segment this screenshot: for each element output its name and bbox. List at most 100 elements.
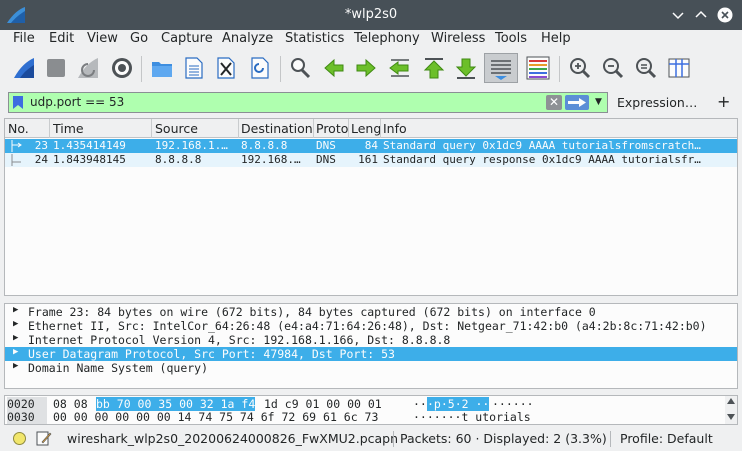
stop-icon [47, 59, 65, 77]
packet-destination: 192.168.… [241, 153, 301, 166]
filter-text[interactable]: udp.port == 53 [30, 95, 124, 109]
column-header-protocol[interactable]: Proto [316, 121, 349, 136]
capture-options-gear-icon [112, 58, 132, 78]
packet-no: 23 [34, 139, 48, 152]
add-filter-button[interactable]: + [717, 92, 730, 111]
apply-filter-button[interactable] [565, 95, 589, 110]
go-last-button[interactable] [452, 53, 480, 83]
pane-splitter[interactable] [0, 297, 742, 302]
expression-button[interactable]: Expression… [617, 95, 697, 110]
column-divider[interactable] [49, 119, 50, 138]
maximize-icon[interactable] [693, 7, 709, 23]
expand-arrow-icon[interactable]: ▶ [13, 333, 18, 343]
clear-filter-icon[interactable]: ✕ [546, 95, 562, 110]
column-divider[interactable] [238, 119, 239, 138]
normal-size-button[interactable] [632, 53, 660, 83]
response-indicator-icon [11, 154, 21, 166]
menu-capture[interactable]: Capture [161, 31, 213, 46]
menu-wireless[interactable]: Wireless [431, 31, 485, 46]
menu-telephony[interactable]: Telephony [354, 31, 420, 46]
reload-icon [251, 57, 269, 79]
toolbar-separator [280, 56, 281, 82]
column-header-no[interactable]: No. [8, 121, 48, 136]
bytes-ascii: ·······t utorials [413, 410, 531, 424]
detail-row-frame[interactable]: ▶ Frame 23: 84 bytes on wire (672 bits),… [5, 305, 737, 319]
scroll-up-icon[interactable] [727, 398, 735, 404]
expand-arrow-icon[interactable]: ▶ [13, 319, 18, 329]
display-filter-bar: udp.port == 53 ✕ ▼ Expression… + [0, 91, 742, 114]
go-last-icon [455, 58, 477, 79]
zoom-out-button[interactable] [599, 53, 627, 83]
expand-arrow-icon[interactable]: ▶ [13, 361, 18, 371]
expand-arrow-icon[interactable]: ▶ [13, 305, 18, 315]
column-divider[interactable] [348, 119, 349, 138]
colorize-button[interactable] [524, 53, 552, 83]
packet-details-tree[interactable]: ▶ Frame 23: 84 bytes on wire (672 bits),… [4, 303, 738, 389]
menu-tools[interactable]: Tools [495, 31, 527, 46]
packet-row[interactable]: 24 1.843948145 8.8.8.8 192.168.… DNS 161… [5, 153, 737, 167]
save-file-button[interactable] [180, 53, 208, 83]
capture-options-button[interactable] [108, 53, 136, 83]
packet-info: Standard query 0x1dc9 AAAA tutorialsfrom… [383, 139, 701, 152]
column-header-time[interactable]: Time [53, 121, 149, 136]
zoom-in-button[interactable] [566, 53, 594, 83]
capture-comment-icon[interactable] [36, 430, 52, 446]
detail-row-dns[interactable]: ▶ Domain Name System (query) [5, 361, 737, 375]
menu-analyze[interactable]: Analyze [222, 31, 273, 46]
restart-capture-button[interactable] [74, 53, 102, 83]
close-file-button[interactable] [212, 53, 240, 83]
open-file-button[interactable] [148, 53, 176, 83]
start-capture-button[interactable] [10, 53, 38, 83]
menu-go[interactable]: Go [130, 31, 148, 46]
menu-file[interactable]: File [13, 31, 35, 46]
bytes-ascii: ······ [492, 397, 534, 411]
menu-statistics[interactable]: Statistics [285, 31, 344, 46]
go-to-packet-button[interactable] [386, 53, 414, 83]
menu-edit[interactable]: Edit [49, 31, 74, 46]
bytes-offset: 0030 [7, 410, 47, 424]
expand-arrow-icon[interactable]: ▶ [13, 347, 18, 357]
bytes-hex: 08 08 [53, 397, 88, 411]
menu-help[interactable]: Help [541, 31, 571, 46]
column-header-length[interactable]: Leng [351, 121, 381, 136]
close-file-icon [217, 57, 235, 79]
expert-info-indicator-icon[interactable] [13, 432, 26, 445]
column-divider[interactable] [151, 119, 152, 138]
minimize-icon[interactable] [670, 7, 686, 23]
go-first-button[interactable] [420, 53, 448, 83]
bytes-scrollbar[interactable] [725, 396, 737, 424]
column-header-source[interactable]: Source [155, 121, 237, 136]
detail-row-udp[interactable]: ▶ User Datagram Protocol, Src Port: 4798… [5, 347, 737, 361]
auto-scroll-button[interactable] [484, 53, 518, 83]
reload-file-button[interactable] [246, 53, 274, 83]
menu-view[interactable]: View [87, 31, 118, 46]
packet-info: Standard query response 0x1dc9 AAAA tuto… [383, 153, 701, 166]
go-forward-button[interactable] [352, 53, 380, 83]
stop-capture-button[interactable] [42, 53, 70, 83]
find-packet-button[interactable] [286, 53, 314, 83]
bookmark-icon[interactable] [12, 95, 24, 110]
display-filter-input[interactable]: udp.port == 53 ✕ ▼ [8, 92, 608, 113]
go-back-button[interactable] [320, 53, 348, 83]
column-divider[interactable] [313, 119, 314, 138]
resize-columns-icon [668, 58, 690, 78]
profile-label[interactable]: Profile: Default [620, 431, 713, 446]
detail-text: Frame 23: 84 bytes on wire (672 bits), 8… [28, 305, 596, 319]
packet-bytes-pane[interactable]: 0020 08 08 bb 70 00 35 00 32 1a f4 1d c9… [4, 395, 738, 425]
detail-row-ethernet[interactable]: ▶ Ethernet II, Src: IntelCor_64:26:48 (e… [5, 319, 737, 333]
packet-list[interactable]: No. Time Source Destination Proto Leng I… [4, 118, 738, 296]
filter-history-dropdown-icon[interactable]: ▼ [595, 97, 602, 107]
main-toolbar [0, 50, 742, 88]
arrow-right-icon [568, 98, 586, 107]
resize-columns-button[interactable] [665, 53, 693, 83]
request-indicator-icon [11, 140, 22, 152]
scroll-down-icon[interactable] [727, 414, 735, 420]
column-header-info[interactable]: Info [383, 121, 683, 136]
column-divider[interactable] [380, 119, 381, 138]
close-window-icon[interactable] [717, 7, 733, 23]
packet-source: 192.168.1.… [155, 139, 228, 152]
detail-row-ip[interactable]: ▶ Internet Protocol Version 4, Src: 192.… [5, 333, 737, 347]
packet-row[interactable]: 23 1.435414149 192.168.1.… 8.8.8.8 DNS 8… [5, 139, 737, 153]
column-header-destination[interactable]: Destination [241, 121, 313, 136]
packet-time: 1.843948145 [53, 153, 126, 166]
